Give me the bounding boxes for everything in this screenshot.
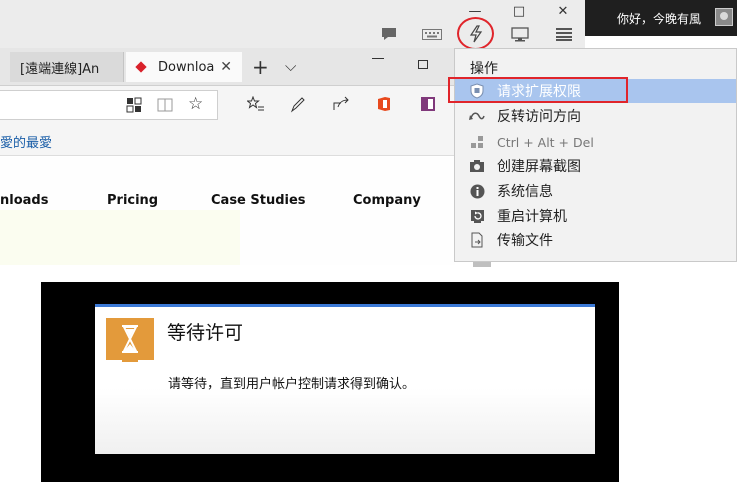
site-logo-icon: [136, 60, 150, 74]
info-icon: [469, 183, 485, 199]
favorite-star-icon[interactable]: ☆: [188, 96, 203, 113]
file-transfer-icon: [469, 232, 485, 248]
browser-restore-button[interactable]: [418, 60, 428, 69]
hamburger-menu-icon[interactable]: [556, 28, 572, 41]
restart-icon: [469, 208, 485, 224]
keyboard-icon[interactable]: [422, 29, 442, 40]
menu-item-screenshot[interactable]: 创建屏幕截图: [455, 154, 736, 178]
translate-icon[interactable]: [126, 97, 142, 113]
tab-downloads[interactable]: Downloa ✕: [126, 52, 242, 82]
new-tab-button[interactable]: +: [252, 55, 269, 79]
office-icon[interactable]: [377, 96, 391, 112]
notes-pen-icon[interactable]: [290, 96, 306, 113]
menu-header: 操作: [470, 61, 498, 77]
keys-icon: [469, 134, 485, 150]
nav-link-pricing[interactable]: Pricing: [107, 193, 158, 208]
highlight-box: [448, 77, 628, 103]
remote-toolbar: [0, 22, 585, 48]
menu-item-label: 创建屏幕截图: [497, 159, 581, 175]
camera-icon: [469, 158, 485, 174]
tab-list-button[interactable]: ⌵: [285, 57, 296, 75]
menu-item-label: 系统信息: [497, 184, 553, 200]
nav-link-case-studies[interactable]: Case Studies: [211, 193, 306, 208]
menu-item-system-info[interactable]: 系统信息: [455, 179, 736, 203]
nav-link-company[interactable]: Company: [353, 193, 421, 208]
favorites-hub-icon[interactable]: [247, 96, 265, 113]
favorites-bar: [0, 124, 455, 156]
tab-label: Downloa: [158, 59, 215, 75]
page-hero: [0, 210, 240, 265]
tab-remote[interactable]: [遠端連線]An: [10, 52, 124, 82]
tab-close-icon[interactable]: ✕: [220, 59, 232, 75]
dialog-title: 等待许可: [167, 322, 244, 344]
favorites-link[interactable]: 愛的最愛: [0, 132, 52, 151]
maximize-button[interactable]: □: [497, 0, 541, 22]
tab-label: [遠端連線]An: [20, 61, 100, 77]
avatar[interactable]: [715, 8, 733, 26]
share-icon[interactable]: [332, 96, 350, 112]
menu-item-restart[interactable]: 重启计算机: [455, 204, 736, 228]
hourglass-icon: [106, 318, 154, 360]
menu-item-label: 重启计算机: [497, 209, 567, 225]
menu-item-label: 传输文件: [497, 233, 553, 249]
chat-icon[interactable]: [381, 27, 397, 41]
scrollbar-thumb[interactable]: [473, 262, 491, 267]
hourglass-stand: [122, 360, 138, 362]
menu-item-file-transfer[interactable]: 传输文件: [455, 228, 736, 252]
close-button[interactable]: ✕: [541, 0, 585, 22]
menu-item-reverse-direction[interactable]: 反转访问方向: [455, 104, 736, 128]
swap-icon: [469, 108, 485, 124]
browser-minimize-button[interactable]: [372, 58, 384, 59]
menu-item-ctrl-alt-del[interactable]: Ctrl + Alt + Del: [455, 130, 736, 154]
onenote-icon[interactable]: [420, 96, 436, 112]
monitor-icon[interactable]: [511, 27, 529, 42]
menu-item-label: Ctrl + Alt + Del: [497, 134, 594, 150]
highlight-circle: [457, 17, 494, 50]
nav-link-downloads[interactable]: nloads: [0, 193, 48, 208]
user-bar: 你好，今晚有風: [585, 0, 737, 36]
greeting-text: 你好，今晚有風: [617, 11, 702, 26]
menu-item-label: 反转访问方向: [497, 109, 581, 125]
address-field[interactable]: [0, 90, 218, 120]
dialog-message: 请等待，直到用户帐户控制请求得到确认。: [168, 377, 416, 392]
reading-view-icon[interactable]: [157, 97, 173, 113]
